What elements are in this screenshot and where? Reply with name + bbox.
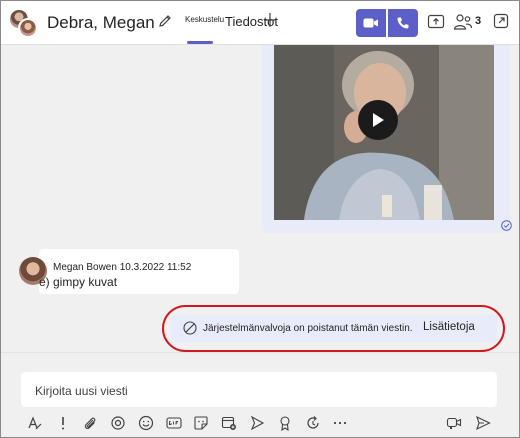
- popout-icon[interactable]: [493, 13, 509, 29]
- message-text: e) gimpy kuvat: [39, 275, 118, 289]
- format-icon[interactable]: [27, 415, 43, 431]
- chat-title[interactable]: Debra, Megan: [47, 13, 155, 33]
- seen-icon: [501, 220, 512, 231]
- gif-icon[interactable]: [166, 415, 182, 431]
- blocked-icon: [183, 321, 197, 335]
- phone-icon: [397, 17, 409, 29]
- plus-icon[interactable]: [263, 12, 277, 28]
- compose-placeholder: Kirjoita uusi viesti: [35, 384, 128, 398]
- priority-icon[interactable]: [55, 415, 71, 431]
- send-icon[interactable]: [475, 415, 491, 431]
- avatar-megan: [18, 18, 38, 38]
- audio-call-button[interactable]: [388, 9, 418, 37]
- more-icon[interactable]: [332, 415, 348, 431]
- edit-icon[interactable]: [157, 13, 173, 29]
- chat-window: Debra, Megan Keskustelu Tiedostot 3 Mega…: [0, 0, 520, 438]
- play-button[interactable]: [358, 100, 398, 140]
- divider: [1, 352, 519, 353]
- emoji-icon[interactable]: [138, 415, 154, 431]
- active-tab-indicator: [187, 41, 213, 44]
- loop-refresh-icon[interactable]: [305, 415, 321, 431]
- play-icon: [373, 113, 384, 127]
- praise-icon[interactable]: [277, 415, 293, 431]
- attach-icon[interactable]: [82, 415, 98, 431]
- deleted-message-text: Järjestelmänvalvoja on poistanut tämän v…: [203, 323, 413, 334]
- message-author-timestamp: Megan Bowen 10.3.2022 11:52: [53, 262, 192, 273]
- learn-more-link[interactable]: Lisätietoja: [423, 321, 475, 333]
- schedule-meeting-icon[interactable]: [221, 415, 237, 431]
- chat-header: Debra, Megan Keskustelu Tiedostot 3: [1, 1, 519, 45]
- audio-message-icon[interactable]: [446, 415, 462, 431]
- stream-icon[interactable]: [249, 415, 265, 431]
- share-screen-icon[interactable]: [427, 13, 445, 31]
- loop-icon[interactable]: [110, 415, 126, 431]
- tab-chat[interactable]: Keskustelu: [185, 15, 224, 24]
- video-icon: [363, 18, 378, 28]
- video-call-button[interactable]: [356, 9, 386, 37]
- group-avatar[interactable]: [9, 9, 38, 38]
- participant-count[interactable]: 3: [475, 15, 481, 27]
- sticker-icon[interactable]: [193, 415, 209, 431]
- people-icon[interactable]: [453, 13, 473, 31]
